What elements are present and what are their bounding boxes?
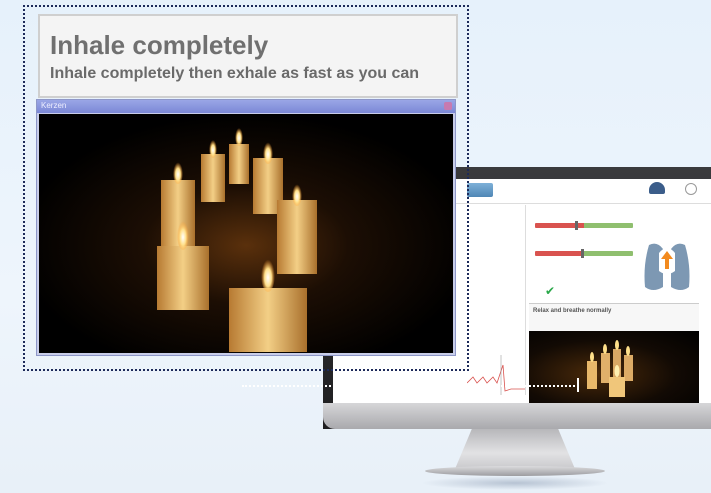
left-panel bbox=[467, 205, 526, 395]
instruction-subtitle: Inhale completely then exhale as fast as… bbox=[50, 65, 420, 82]
check-icon: ✔ bbox=[545, 284, 556, 298]
zoom-connector-line bbox=[242, 385, 579, 387]
power-icon[interactable] bbox=[685, 183, 697, 195]
monitor-stand bbox=[455, 429, 575, 469]
instruction-title: Inhale completely bbox=[50, 30, 269, 60]
instruction-box: Inhale completely Inhale completely then… bbox=[38, 14, 458, 98]
monitor-shadow bbox=[420, 476, 610, 490]
candles-image bbox=[39, 114, 453, 353]
slider-upper bbox=[535, 217, 633, 230]
monitor-base bbox=[425, 466, 605, 476]
monitor-chin bbox=[323, 403, 711, 429]
slider-upper-track bbox=[535, 223, 633, 228]
lungs-icon bbox=[644, 243, 690, 290]
video-content bbox=[39, 114, 453, 353]
slider-lower-knob[interactable] bbox=[581, 249, 584, 258]
slider-lower bbox=[535, 245, 633, 258]
app-tab[interactable] bbox=[467, 183, 493, 197]
app-logo-icon bbox=[649, 182, 665, 194]
slider-lower-track bbox=[535, 251, 633, 256]
zoom-connector-tick bbox=[577, 378, 579, 392]
video-window-title: Kerzen bbox=[41, 101, 67, 110]
screen-video-preview bbox=[529, 331, 699, 403]
video-window-titlebar[interactable]: Kerzen bbox=[37, 100, 455, 113]
breath-graph bbox=[467, 355, 525, 395]
relax-title: Relax and breathe normally bbox=[533, 308, 612, 314]
video-window: Kerzen bbox=[36, 99, 456, 356]
screen-candles-image bbox=[587, 340, 633, 397]
close-icon[interactable] bbox=[444, 102, 452, 110]
relax-message-box: Relax and breathe normally bbox=[529, 303, 699, 332]
slider-upper-knob[interactable] bbox=[575, 221, 578, 230]
